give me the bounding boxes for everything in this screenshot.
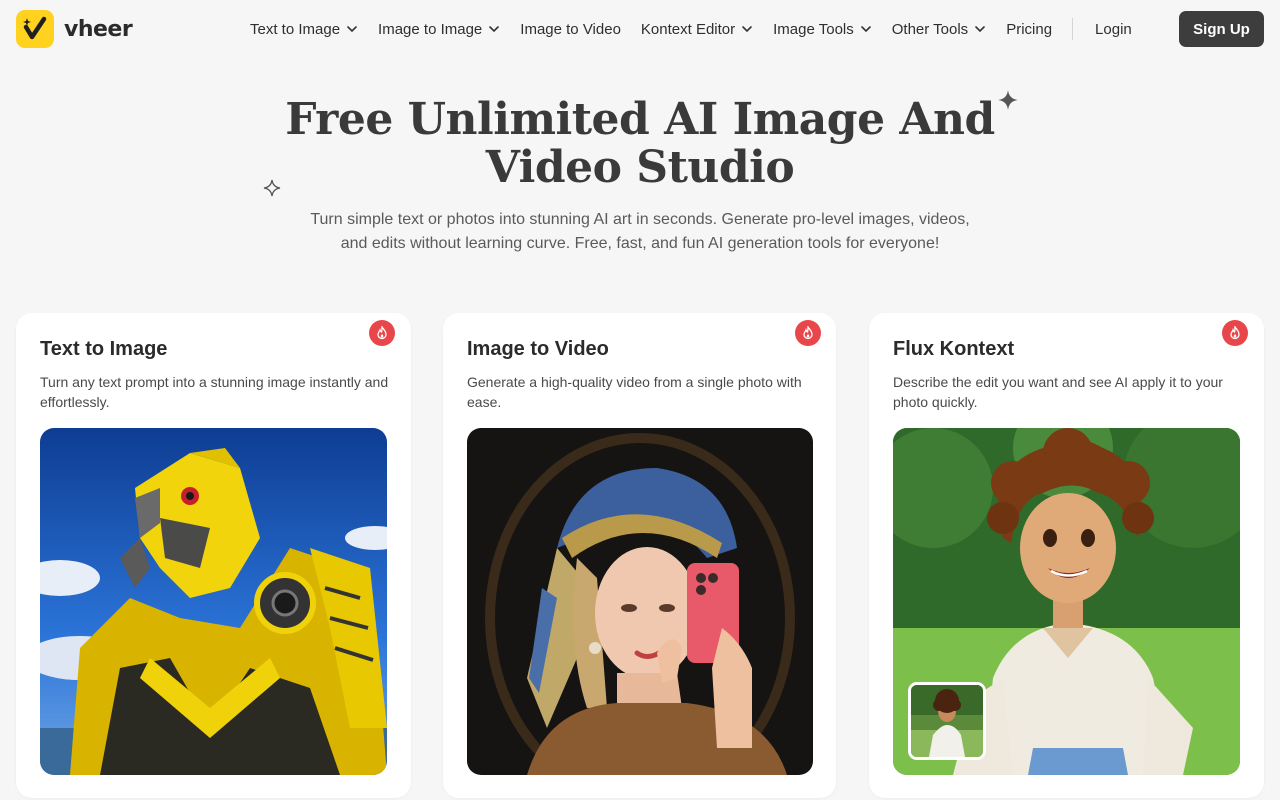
card-title: Flux Kontext (893, 338, 1015, 360)
hero-title-line2: Video Studio (485, 142, 795, 193)
signup-button[interactable]: Sign Up (1179, 11, 1264, 47)
nav-label: Image Tools (773, 20, 854, 38)
nav-pricing[interactable]: Pricing (1006, 21, 1052, 38)
card-text-to-image[interactable]: Text to Image Turn any text prompt into … (16, 313, 411, 798)
nav-image-to-video[interactable]: Image to Video (520, 21, 621, 38)
chevron-down-icon (489, 26, 500, 33)
card-image-to-video[interactable]: Image to Video Generate a high-quality v… (443, 313, 836, 798)
nav-label: Text to Image (250, 20, 341, 38)
nav-text-to-image[interactable]: Text to Image (250, 21, 358, 38)
nav-label: Other Tools (891, 20, 969, 38)
chevron-down-icon (347, 26, 357, 33)
nav-label: Image to Image (378, 20, 483, 38)
hero-title: Free Unlimited AI Image And Video Studio (240, 96, 1040, 192)
card-flux-kontext[interactable]: Flux Kontext Describe the edit you want … (869, 313, 1264, 798)
main-nav: Text to Image Image to Image Image to Vi… (250, 0, 1152, 58)
flame-icon (1222, 320, 1248, 346)
login-link[interactable]: Login (1095, 21, 1132, 38)
nav-kontext-editor[interactable]: Kontext Editor (641, 21, 753, 38)
nav-label: Image to Video (520, 20, 621, 38)
card-title: Text to Image (40, 338, 168, 360)
chevron-down-icon (975, 26, 985, 33)
site-header: vheer Text to Image Image to Image Image… (0, 0, 1280, 58)
sparkle-outline-icon (263, 179, 281, 197)
card-description: Describe the edit you want and see AI ap… (893, 374, 1223, 410)
flame-icon (795, 320, 821, 346)
hero-title-line1: Free Unlimited AI Image And (285, 94, 995, 145)
card-description: Turn any text prompt into a stunning ima… (40, 374, 389, 410)
anime-man-image[interactable] (893, 428, 1240, 775)
nav-label: Kontext Editor (640, 20, 736, 38)
chevron-down-icon (860, 26, 871, 33)
nav-label: Pricing (1006, 20, 1053, 38)
brand-logo[interactable]: vheer (16, 10, 133, 48)
hero-subtitle: Turn simple text or photos into stunning… (310, 211, 970, 252)
nav-divider (1072, 18, 1074, 40)
chevron-down-icon (742, 26, 752, 33)
logo-mark-icon (16, 10, 54, 48)
pearl-earring-selfie-image[interactable] (467, 428, 813, 775)
nav-image-to-image[interactable]: Image to Image (378, 21, 500, 38)
sparkle-icon (998, 90, 1018, 110)
source-photo-thumbnail[interactable] (908, 682, 986, 760)
flame-icon (369, 320, 395, 346)
nav-image-tools[interactable]: Image Tools (773, 21, 872, 38)
nav-other-tools[interactable]: Other Tools (892, 21, 986, 38)
card-description: Generate a high-quality video from a sin… (467, 374, 802, 410)
brand-name: vheer (64, 16, 133, 42)
robot-eagle-image[interactable] (40, 428, 387, 775)
card-title: Image to Video (467, 338, 609, 360)
